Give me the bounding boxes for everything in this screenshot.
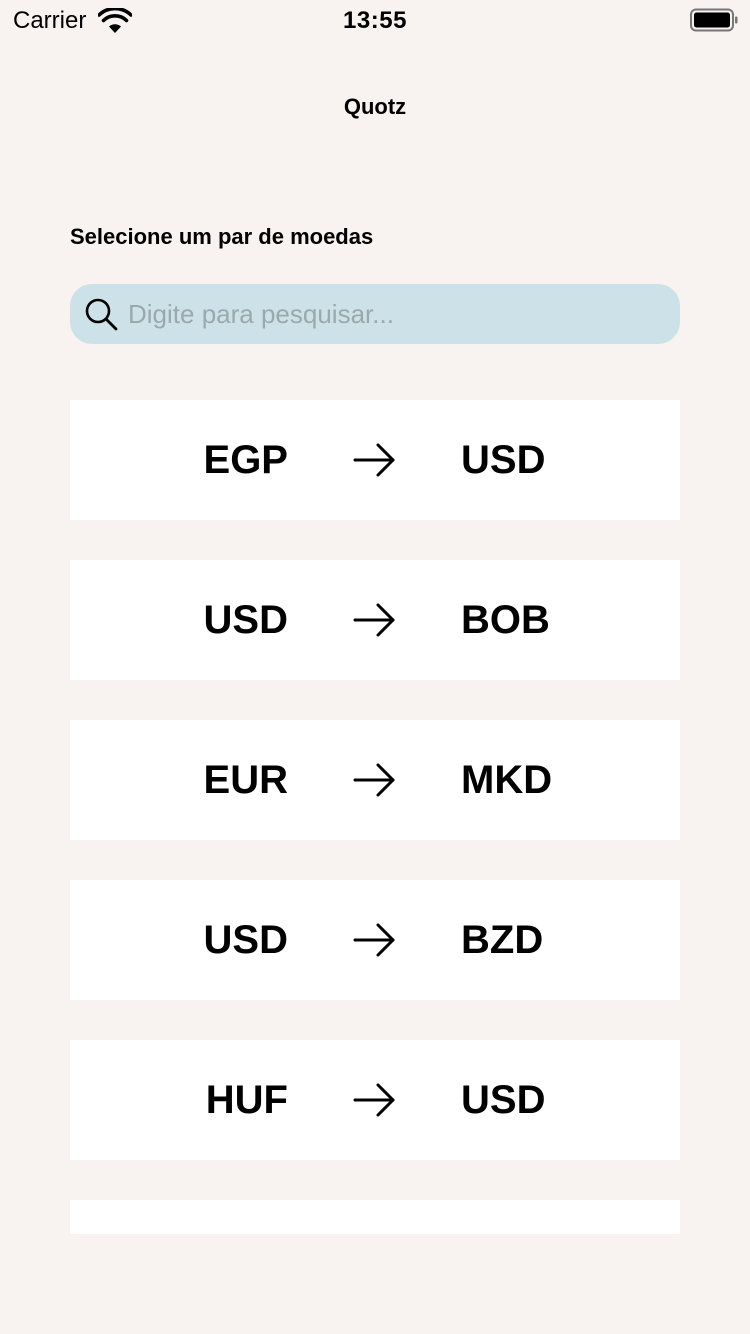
status-time: 13:55 (343, 7, 407, 34)
to-currency: USD (461, 1078, 546, 1122)
arrow-right-icon (353, 763, 395, 797)
arrow-right-icon (353, 1083, 395, 1117)
from-currency: USD (203, 598, 288, 642)
to-currency: MKD (461, 758, 553, 802)
currency-pair-row[interactable]: EUR MKD (70, 720, 680, 840)
currency-pair-row[interactable]: USD BOB (70, 560, 680, 680)
arrow-right-icon (353, 443, 395, 477)
battery-icon (690, 8, 738, 32)
currency-pair-row[interactable]: EGP USD (70, 400, 680, 520)
arrow-right-icon (353, 923, 395, 957)
currency-pair-list[interactable]: EGP USD USD BOB EUR MKD USD BZD HUF USD (70, 400, 680, 1234)
from-currency: EGP (203, 438, 288, 482)
to-currency: BZD (461, 918, 544, 962)
to-currency: USD (461, 438, 546, 482)
currency-pair-row[interactable] (70, 1200, 680, 1234)
search-input[interactable] (128, 284, 668, 344)
search-bar[interactable] (70, 284, 680, 344)
page-title: Quotz (343, 94, 407, 119)
from-currency: HUF (205, 1078, 288, 1122)
currency-pair-row[interactable]: USD BZD (70, 880, 680, 1000)
arrow-right-icon (353, 603, 395, 637)
search-icon (85, 298, 118, 331)
to-currency: BOB (461, 598, 550, 642)
section-label: Selecione um par de moedas (70, 224, 374, 249)
status-bar: Carrier 13:55 (0, 0, 750, 40)
from-currency: USD (203, 918, 288, 962)
from-currency: EUR (203, 758, 288, 802)
currency-pair-row[interactable]: HUF USD (70, 1040, 680, 1160)
